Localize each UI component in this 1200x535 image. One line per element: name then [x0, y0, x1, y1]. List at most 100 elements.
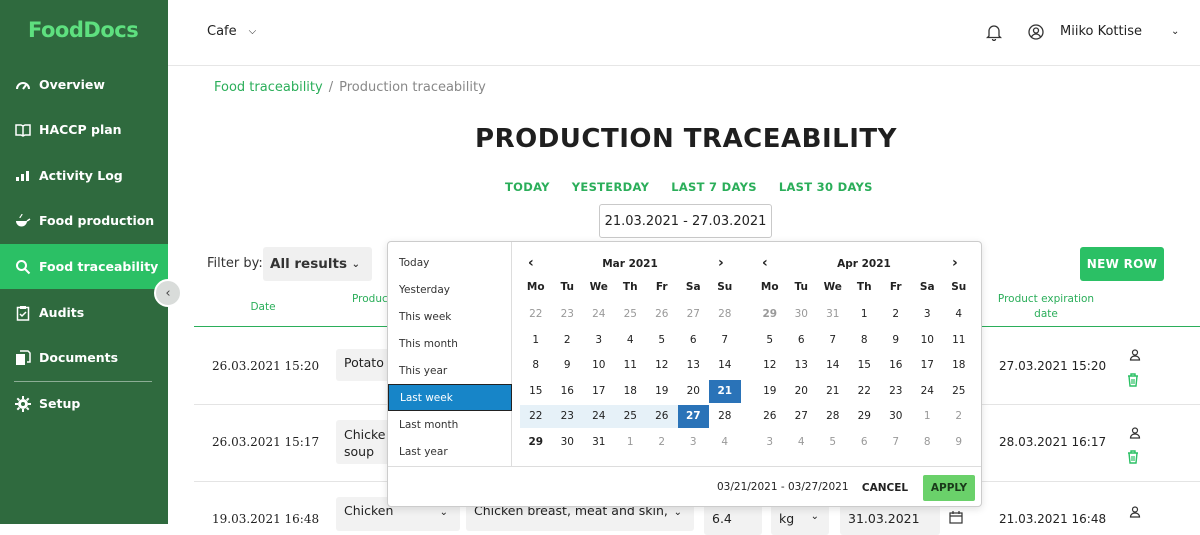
- preset-range-last-month[interactable]: Last month: [388, 411, 512, 438]
- calendar-day-left[interactable]: 31: [583, 431, 615, 454]
- column-header-product[interactable]: Produc: [352, 293, 388, 305]
- calendar-day-right[interactable]: 3: [912, 303, 944, 326]
- calendar-day-right[interactable]: 9: [880, 329, 912, 352]
- calendar-day-left[interactable]: 6: [678, 329, 710, 352]
- calendar-day-right[interactable]: 4: [786, 431, 818, 454]
- column-header-expiration[interactable]: Product expiration date: [988, 293, 1104, 320]
- calendar-day-left[interactable]: 23: [552, 303, 584, 326]
- apply-button[interactable]: APPLY: [923, 475, 975, 501]
- preset-range-this-week[interactable]: This week: [388, 303, 512, 330]
- calendar-day-right[interactable]: 17: [912, 354, 944, 377]
- calendar-day-right[interactable]: 13: [786, 354, 818, 377]
- calendar-day-right[interactable]: 6: [786, 329, 818, 352]
- chevron-down-icon[interactable]: ⌄: [1171, 26, 1179, 37]
- calendar-day-left[interactable]: 16: [552, 380, 584, 403]
- calendar-day-left[interactable]: 7: [709, 329, 741, 352]
- calendar-day-right[interactable]: 30: [880, 405, 912, 428]
- calendar-day-right[interactable]: 21: [817, 380, 849, 403]
- calendar-day-right[interactable]: 15: [849, 354, 881, 377]
- calendar-day-right[interactable]: 30: [786, 303, 818, 326]
- calendar-day-right[interactable]: 6: [849, 431, 881, 454]
- filter-select[interactable]: All results ⌄: [263, 247, 372, 281]
- calendar-day-left[interactable]: 3: [678, 431, 710, 454]
- user-icon[interactable]: [1129, 349, 1141, 361]
- user-name[interactable]: Miiko Kottise: [1060, 24, 1142, 39]
- quick-range-last-7-days[interactable]: LAST 7 DAYS: [671, 180, 757, 194]
- user-icon[interactable]: [1129, 506, 1141, 518]
- calendar-day-left[interactable]: 26: [646, 303, 678, 326]
- sidebar-item-food-traceability[interactable]: Food traceability: [0, 244, 168, 289]
- calendar-day-left[interactable]: 1: [615, 431, 647, 454]
- calendar-day-left[interactable]: 2: [552, 329, 584, 352]
- breadcrumb-parent-link[interactable]: Food traceability: [214, 80, 323, 95]
- preset-range-today[interactable]: Today: [388, 249, 512, 276]
- user-circle-icon[interactable]: [1028, 24, 1044, 40]
- calendar-day-left[interactable]: 23: [551, 405, 583, 428]
- calendar-day-left[interactable]: 28: [709, 303, 741, 326]
- calendar-day-left[interactable]: 20: [678, 380, 710, 403]
- trash-icon[interactable]: [1127, 450, 1139, 464]
- unit-select[interactable]: kg ⌄: [771, 505, 829, 535]
- preset-range-this-year[interactable]: This year: [388, 357, 512, 384]
- calendar-day-right[interactable]: 5: [754, 329, 786, 352]
- calendar-day-left[interactable]: 21: [709, 379, 741, 403]
- quick-range-today[interactable]: TODAY: [505, 180, 550, 194]
- calendar-day-right[interactable]: 23: [880, 380, 912, 403]
- calendar-day-right[interactable]: 3: [754, 431, 786, 454]
- calendar-day-left[interactable]: 30: [552, 431, 584, 454]
- location-selector[interactable]: Cafe ⌵: [207, 24, 256, 39]
- calendar-day-left[interactable]: 25: [615, 303, 647, 326]
- calendar-day-left[interactable]: 26: [646, 405, 678, 428]
- new-row-button[interactable]: NEW ROW: [1080, 247, 1164, 281]
- calendar-day-left[interactable]: 13: [678, 354, 710, 377]
- calendar-day-left[interactable]: 15: [520, 380, 552, 403]
- calendar-day-right[interactable]: 4: [943, 303, 975, 326]
- calendar-day-left[interactable]: 27: [677, 405, 709, 428]
- preset-range-last-week[interactable]: Last week: [388, 384, 512, 411]
- preset-range-this-month[interactable]: This month: [388, 330, 512, 357]
- sidebar-item-activity-log[interactable]: Activity Log: [0, 153, 168, 198]
- calendar-day-right[interactable]: 29: [754, 303, 786, 326]
- date-range-input[interactable]: 21.03.2021 - 27.03.2021: [599, 204, 772, 238]
- calendar-day-left[interactable]: 18: [615, 380, 647, 403]
- user-icon[interactable]: [1129, 427, 1141, 439]
- calendar-day-left[interactable]: 28: [709, 405, 741, 428]
- calendar-day-right[interactable]: 27: [786, 405, 818, 428]
- calendar-day-left[interactable]: 2: [646, 431, 678, 454]
- calendar-day-right[interactable]: 26: [754, 405, 786, 428]
- calendar-day-left[interactable]: 8: [520, 354, 552, 377]
- calendar-day-right[interactable]: 16: [880, 354, 912, 377]
- calendar-day-left[interactable]: 14: [709, 354, 741, 377]
- sidebar-item-setup[interactable]: Setup: [0, 381, 168, 426]
- calendar-day-right[interactable]: 7: [817, 329, 849, 352]
- calendar-day-right[interactable]: 2: [880, 303, 912, 326]
- calendar-day-right[interactable]: 20: [786, 380, 818, 403]
- calendar-day-right[interactable]: 12: [754, 354, 786, 377]
- calendar-day-left[interactable]: 4: [709, 431, 741, 454]
- cancel-button[interactable]: CANCEL: [853, 475, 917, 501]
- calendar-day-left[interactable]: 19: [646, 380, 678, 403]
- calendar-day-right[interactable]: 1: [849, 303, 881, 326]
- chevron-right-icon[interactable]: ›: [952, 255, 958, 271]
- chevron-right-icon[interactable]: ›: [718, 255, 724, 271]
- calendar-day-right[interactable]: 18: [943, 354, 975, 377]
- calendar-day-right[interactable]: 8: [912, 431, 944, 454]
- sidebar-item-overview[interactable]: Overview: [0, 62, 168, 107]
- calendar-day-right[interactable]: 10: [912, 329, 944, 352]
- calendar-day-right[interactable]: 7: [880, 431, 912, 454]
- calendar-day-left[interactable]: 1: [520, 329, 552, 352]
- calendar-day-right[interactable]: 19: [754, 380, 786, 403]
- calendar-day-right[interactable]: 1: [912, 405, 944, 428]
- app-logo[interactable]: FoodDocs: [28, 18, 139, 42]
- quick-range-yesterday[interactable]: YESTERDAY: [572, 180, 649, 194]
- bell-icon[interactable]: [986, 24, 1002, 41]
- sidebar-item-documents[interactable]: Documents: [0, 335, 168, 380]
- calendar-day-right[interactable]: 29: [849, 405, 881, 428]
- calendar-day-left[interactable]: 25: [614, 405, 646, 428]
- calendar-day-left[interactable]: 29: [520, 431, 552, 454]
- calendar-day-left[interactable]: 27: [678, 303, 710, 326]
- calendar-day-left[interactable]: 3: [583, 329, 615, 352]
- calendar-day-right[interactable]: 31: [817, 303, 849, 326]
- calendar-icon[interactable]: [949, 511, 963, 524]
- calendar-day-right[interactable]: 14: [817, 354, 849, 377]
